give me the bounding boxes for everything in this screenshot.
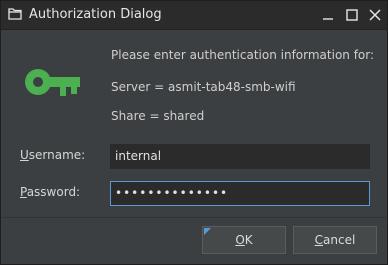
maximize-icon[interactable] (343, 6, 361, 24)
key-icon (25, 69, 80, 96)
window-title: Authorization Dialog (29, 7, 162, 22)
authorization-dialog: Authorization Dialog Please enter authen… (0, 0, 388, 265)
password-label-text: assword: (26, 185, 81, 199)
cancel-label: ancel (323, 233, 356, 247)
password-label: Password: (20, 185, 80, 199)
ok-label: K (244, 233, 253, 247)
close-icon[interactable] (366, 6, 384, 24)
minimize-icon[interactable] (319, 6, 337, 24)
password-mnemonic: P (20, 185, 27, 199)
folder-icon (8, 8, 22, 20)
cancel-mnemonic: C (314, 233, 324, 247)
username-mnemonic: U (20, 148, 29, 162)
username-label: Username: (20, 148, 85, 162)
server-text: Server = asmit-tab48-smb-wifi (111, 80, 296, 94)
button-divider (2, 217, 386, 218)
default-button-marker (204, 228, 211, 235)
username-label-text: sername: (28, 148, 86, 162)
auth-prompt-text: Please enter authentication information … (111, 48, 375, 62)
title-bar[interactable]: Authorization Dialog (1, 1, 387, 30)
share-text: Share = shared (111, 109, 205, 123)
ok-mnemonic: O (235, 233, 245, 247)
password-field[interactable]: •••••••••••••• (110, 181, 370, 206)
ok-button[interactable]: OK (202, 226, 286, 254)
cancel-button[interactable]: Cancel (293, 226, 377, 254)
username-field[interactable]: internal (110, 144, 370, 169)
